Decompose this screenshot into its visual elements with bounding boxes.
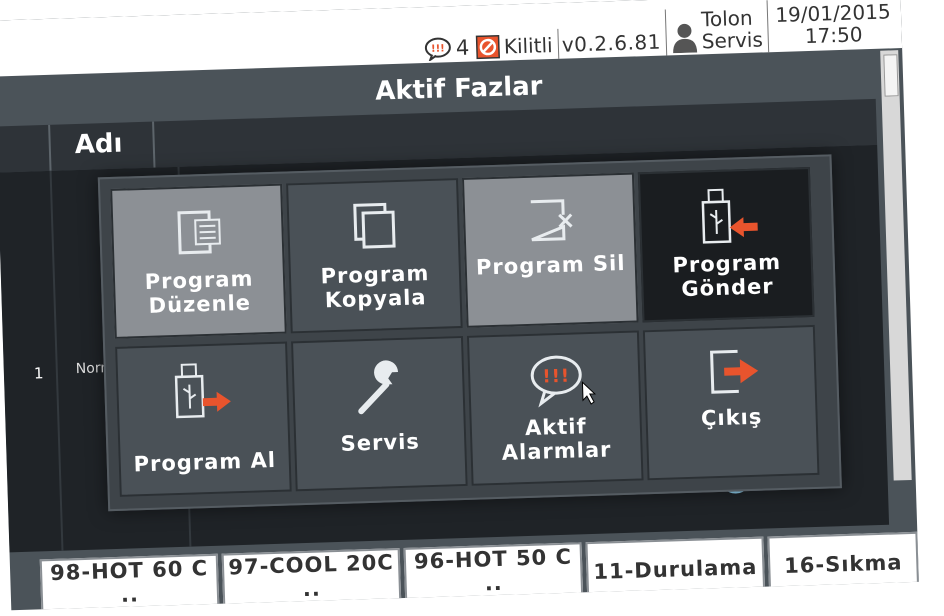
program-button[interactable]: 11-Durulama — [585, 536, 766, 603]
program-button[interactable]: 98-HOT 60 C .. — [39, 553, 220, 611]
alarm-icon[interactable]: !!! — [424, 36, 453, 62]
datetime: 19/01/2015 17:50 — [770, 0, 897, 48]
user-second-line: Servis — [701, 27, 764, 54]
wrench-icon — [358, 360, 399, 415]
scrollbar-thumb[interactable] — [883, 54, 899, 97]
alarm-count: 4 — [455, 35, 470, 61]
copy-icon — [353, 202, 396, 249]
program-label: 16-Sıkma — [783, 550, 903, 579]
tile-label-line2: Düzenle — [148, 290, 252, 318]
tile-label-line2: Kopyala — [324, 285, 427, 313]
version-label: v0.2.6.81 — [561, 29, 662, 57]
alarm-bubble-icon: !!! — [530, 355, 597, 408]
tile-label-line1: Servis — [340, 429, 421, 456]
program-delete-button[interactable]: Program Sil — [461, 172, 639, 328]
page-title: Aktif Fazlar — [374, 71, 543, 107]
tile-label-line1: Çıkış — [700, 404, 763, 431]
program-button[interactable]: 16-Sıkma — [767, 531, 919, 597]
program-edit-button[interactable]: Program Düzenle — [110, 183, 287, 339]
tile-label: Program Düzenle — [119, 266, 280, 319]
tile-label: Program Gönder — [646, 249, 807, 302]
usb-send-icon — [701, 188, 758, 244]
edit-program-icon — [177, 210, 221, 255]
lock-icon — [475, 34, 500, 60]
program-copy-button[interactable]: Program Kopyala — [286, 178, 463, 334]
tile-label: Servis — [300, 428, 461, 457]
tile-label-line2: Alarmlar — [501, 437, 612, 465]
lock-status: Kilitli — [503, 33, 553, 59]
user-icon[interactable] — [671, 22, 698, 54]
program-receive-button[interactable]: Program Al — [115, 341, 292, 497]
program-menu-dialog: Program Düzenle Program Kopyala Program … — [97, 154, 842, 512]
service-button[interactable]: Servis — [291, 335, 468, 492]
tile-label-line1: Program Al — [133, 447, 277, 477]
row-number: 1 — [33, 364, 44, 383]
program-button[interactable]: 96-HOT 50 C .. — [403, 542, 584, 608]
svg-text:!!!: !!! — [431, 43, 445, 54]
active-alarms-button[interactable]: !!! Aktif Alarmlar — [466, 330, 644, 486]
exit-icon — [710, 349, 759, 394]
program-button[interactable]: 97-COOL 20C .. — [221, 548, 402, 611]
program-send-button[interactable]: Program Gönder — [637, 167, 815, 323]
tile-label: Program Al — [124, 448, 285, 477]
tile-label: Çıkış — [651, 403, 812, 432]
column-header-name: Adı — [74, 128, 123, 161]
program-label: 11-Durulama — [593, 554, 758, 584]
tile-label: Program Kopyala — [295, 260, 456, 313]
screen: !!! 4 Kilitli v0.2.6.81 Tolon Servis 19/… — [0, 0, 919, 611]
tile-label: Program Sil — [470, 251, 631, 280]
user-name[interactable]: Tolon Servis — [701, 6, 764, 54]
tile-label-line1: Program Sil — [475, 250, 626, 280]
exit-button[interactable]: Çıkış — [642, 324, 820, 481]
svg-text:!!!: !!! — [542, 366, 570, 388]
tile-label-line2: Gönder — [681, 274, 775, 302]
delete-program-icon — [530, 199, 573, 242]
usb-receive-icon — [174, 363, 231, 419]
tile-label: Aktif Alarmlar — [476, 413, 637, 466]
